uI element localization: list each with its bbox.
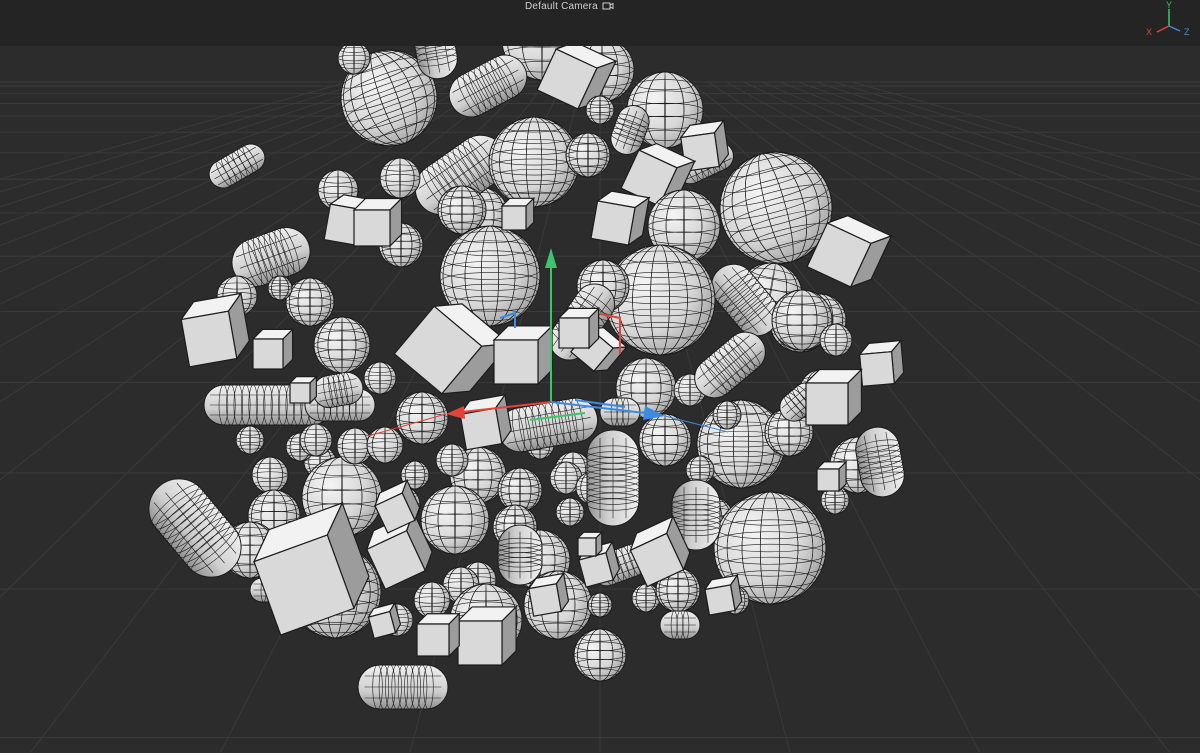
manipulator-y-arrow[interactable] xyxy=(545,248,557,268)
camera-switch-icon[interactable] xyxy=(602,1,614,11)
cube-mesh[interactable] xyxy=(179,291,252,368)
sphere-mesh[interactable] xyxy=(819,323,853,357)
cube-mesh[interactable] xyxy=(815,460,848,493)
gizmo-z-line xyxy=(1168,25,1181,32)
sphere-mesh[interactable] xyxy=(313,316,371,374)
sphere-mesh[interactable] xyxy=(366,426,404,464)
cube-mesh[interactable] xyxy=(456,605,518,667)
capsule-mesh[interactable] xyxy=(659,610,701,640)
cube-mesh[interactable] xyxy=(858,339,905,387)
cube-mesh[interactable] xyxy=(557,306,601,350)
sphere-mesh[interactable] xyxy=(251,456,289,494)
scene-canvas[interactable] xyxy=(0,0,1200,753)
sphere-mesh[interactable] xyxy=(337,41,371,75)
object-pile[interactable] xyxy=(137,0,908,710)
cube-mesh[interactable] xyxy=(492,324,554,386)
camera-selector[interactable]: Default Camera xyxy=(525,0,614,12)
capsule-mesh[interactable] xyxy=(586,429,640,527)
viewport-header: Default Camera xyxy=(0,0,1200,46)
gizmo-x-line xyxy=(1156,25,1170,33)
manipulator-x-arrow[interactable] xyxy=(446,406,465,419)
sphere-mesh[interactable] xyxy=(488,116,580,208)
sphere-mesh[interactable] xyxy=(420,485,490,555)
capsule-mesh[interactable] xyxy=(204,139,270,193)
gizmo-x-label: X xyxy=(1146,27,1152,37)
sphere-mesh[interactable] xyxy=(555,497,585,527)
camera-name: Default Camera xyxy=(525,0,598,12)
cube-mesh[interactable] xyxy=(576,530,604,558)
sphere-mesh[interactable] xyxy=(363,361,397,395)
capsule-mesh[interactable] xyxy=(497,524,543,586)
cube-mesh[interactable] xyxy=(500,196,536,232)
cube-mesh[interactable] xyxy=(288,375,318,405)
sphere-mesh[interactable] xyxy=(235,425,265,455)
cube-mesh[interactable] xyxy=(251,327,295,371)
gizmo-y-label: Y xyxy=(1166,0,1172,10)
cube-mesh[interactable] xyxy=(352,197,403,248)
gizmo-z-label: Z xyxy=(1184,27,1190,37)
sphere-mesh[interactable] xyxy=(565,132,611,178)
sphere-mesh[interactable] xyxy=(712,400,742,430)
sphere-mesh[interactable] xyxy=(285,277,335,327)
sphere-mesh[interactable] xyxy=(379,157,421,199)
sphere-mesh[interactable] xyxy=(435,443,469,477)
capsule-mesh[interactable] xyxy=(357,664,449,710)
3d-viewport[interactable]: Default Camera Y X Z xyxy=(0,0,1200,753)
sphere-mesh[interactable] xyxy=(573,628,627,682)
cube-mesh[interactable] xyxy=(804,368,863,427)
axis-gizmo[interactable]: Y X Z xyxy=(1140,0,1200,40)
sphere-mesh[interactable] xyxy=(638,413,692,467)
sphere-mesh[interactable] xyxy=(413,581,451,619)
sphere-mesh[interactable] xyxy=(585,95,615,125)
sphere-mesh[interactable] xyxy=(395,391,449,445)
sphere-mesh[interactable] xyxy=(587,592,613,618)
sphere-mesh[interactable] xyxy=(299,423,333,457)
sphere-mesh[interactable] xyxy=(267,275,293,301)
cube-mesh[interactable] xyxy=(415,612,461,658)
